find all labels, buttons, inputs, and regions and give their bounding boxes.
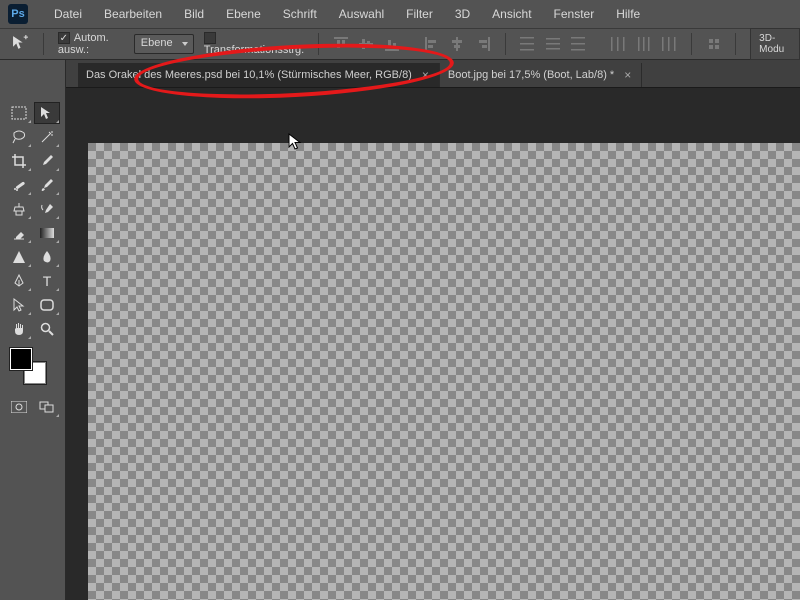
document-tab-2[interactable]: Boot.jpg bei 17,5% (Boot, Lab/8) * × bbox=[440, 63, 642, 87]
menu-bild[interactable]: Bild bbox=[182, 3, 206, 25]
healing-brush-tool[interactable] bbox=[6, 174, 32, 196]
menu-bearbeiten[interactable]: Bearbeiten bbox=[102, 3, 164, 25]
close-icon[interactable]: × bbox=[622, 68, 633, 82]
rectangle-tool[interactable] bbox=[34, 294, 60, 316]
align-left-icon[interactable] bbox=[424, 35, 440, 53]
menubar: Ps Datei Bearbeiten Bild Ebene Schrift A… bbox=[0, 0, 800, 28]
align-top-icon[interactable] bbox=[333, 35, 349, 53]
screen-mode-icon[interactable] bbox=[34, 396, 60, 418]
auto-align-icon[interactable] bbox=[706, 35, 722, 53]
align-hcenter-icon[interactable] bbox=[450, 35, 466, 53]
distribute-bottom-icon[interactable] bbox=[570, 35, 586, 53]
hand-tool[interactable] bbox=[6, 318, 32, 340]
align-right-icon[interactable] bbox=[475, 35, 491, 53]
transparent-canvas bbox=[88, 143, 800, 600]
menu-schrift[interactable]: Schrift bbox=[281, 3, 319, 25]
menu-3d[interactable]: 3D bbox=[453, 3, 472, 25]
gradient-tool[interactable] bbox=[34, 222, 60, 244]
auto-select-option[interactable]: Autom. ausw.: bbox=[58, 32, 124, 56]
eyedropper-tool[interactable] bbox=[34, 150, 60, 172]
path-select-tool[interactable] bbox=[6, 294, 32, 316]
distribute-vcenter-icon[interactable] bbox=[545, 35, 561, 53]
menu-filter[interactable]: Filter bbox=[404, 3, 435, 25]
checkbox-icon bbox=[58, 32, 70, 44]
zoom-tool[interactable] bbox=[34, 318, 60, 340]
document-tab-1[interactable]: Das Orakel des Meeres.psd bei 10,1% (Stü… bbox=[78, 63, 440, 87]
menu-auswahl[interactable]: Auswahl bbox=[337, 3, 386, 25]
distribute-left-icon[interactable] bbox=[611, 35, 627, 53]
move-tool-icon bbox=[12, 33, 29, 55]
magic-wand-tool[interactable] bbox=[34, 126, 60, 148]
svg-text:T: T bbox=[42, 274, 51, 288]
type-tool[interactable]: T bbox=[34, 270, 60, 292]
pen-triangle-tool[interactable] bbox=[6, 246, 32, 268]
pen-tool[interactable] bbox=[6, 270, 32, 292]
3d-mode-button[interactable]: 3D-Modu bbox=[750, 28, 800, 60]
target-dropdown[interactable]: Ebene bbox=[134, 34, 194, 54]
menu-hilfe[interactable]: Hilfe bbox=[614, 3, 642, 25]
close-icon[interactable]: × bbox=[420, 68, 431, 82]
separator bbox=[735, 33, 736, 55]
foreground-color[interactable] bbox=[10, 348, 32, 370]
eraser-tool[interactable] bbox=[6, 222, 32, 244]
document-tab-bar: Das Orakel des Meeres.psd bei 10,1% (Stü… bbox=[66, 60, 800, 88]
separator bbox=[691, 33, 692, 55]
workspace: T Das Orakel des Meeres.psd bei 10,1% (S… bbox=[0, 60, 800, 600]
distribute-right-icon[interactable] bbox=[662, 35, 678, 53]
distribute-top-icon[interactable] bbox=[519, 35, 535, 53]
align-vcenter-icon[interactable] bbox=[359, 35, 375, 53]
separator bbox=[505, 33, 506, 55]
tab-label: Boot.jpg bei 17,5% (Boot, Lab/8) * bbox=[448, 69, 614, 81]
crop-tool[interactable] bbox=[6, 150, 32, 172]
transform-controls-option[interactable]: Transformationsstrg. bbox=[204, 32, 304, 56]
menu-ansicht[interactable]: Ansicht bbox=[490, 3, 533, 25]
align-bottom-icon[interactable] bbox=[384, 35, 400, 53]
brush-tool[interactable] bbox=[34, 174, 60, 196]
app-logo: Ps bbox=[8, 4, 28, 24]
menu-ebene[interactable]: Ebene bbox=[224, 3, 263, 25]
lasso-tool[interactable] bbox=[6, 126, 32, 148]
toolbox: T bbox=[0, 60, 66, 600]
distribute-hcenter-icon[interactable] bbox=[636, 35, 652, 53]
canvas-viewport[interactable] bbox=[66, 88, 800, 600]
marquee-tool[interactable] bbox=[6, 102, 32, 124]
checkbox-icon bbox=[204, 32, 216, 44]
options-bar: Autom. ausw.: Ebene Transformationsstrg.… bbox=[0, 28, 800, 60]
tab-label: Das Orakel des Meeres.psd bei 10,1% (Stü… bbox=[86, 69, 412, 81]
separator bbox=[43, 33, 44, 55]
history-brush-tool[interactable] bbox=[34, 198, 60, 220]
color-swatch[interactable] bbox=[10, 348, 46, 384]
menu-fenster[interactable]: Fenster bbox=[552, 3, 597, 25]
clone-stamp-tool[interactable] bbox=[6, 198, 32, 220]
separator bbox=[318, 33, 319, 55]
blur-tool[interactable] bbox=[34, 246, 60, 268]
menu-datei[interactable]: Datei bbox=[52, 3, 84, 25]
move-tool[interactable] bbox=[34, 102, 60, 124]
quick-mask-icon[interactable] bbox=[6, 396, 32, 418]
document-area: Das Orakel des Meeres.psd bei 10,1% (Stü… bbox=[66, 60, 800, 600]
